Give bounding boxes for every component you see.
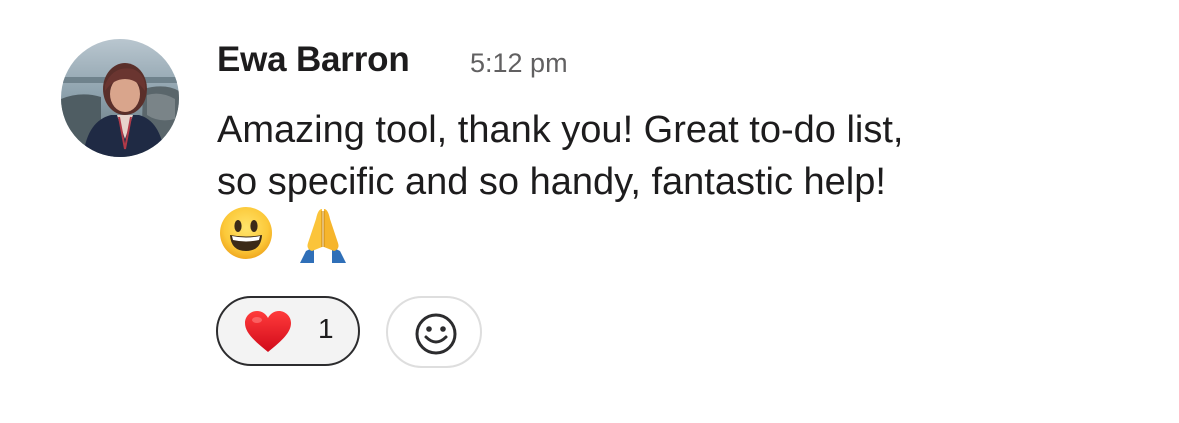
reaction-count: 1 [318,313,334,344]
folded-hands-icon [292,205,354,268]
red-heart-icon [243,310,293,359]
author-name[interactable]: Ewa Barron [217,40,410,80]
message-timestamp[interactable]: 5:12 pm [470,48,568,79]
grinning-face-icon [218,205,274,266]
avatar[interactable] [61,39,179,157]
message-line: Amazing tool, thank you! Great to-do lis… [217,109,904,151]
message-line: so specific and so handy, fantastic help… [217,161,886,203]
reaction-heart-button[interactable]: 1 [216,296,360,366]
add-reaction-button[interactable] [386,296,482,368]
add-reaction-smiley-icon [414,312,458,361]
message-body: Amazing tool, thank you! Great to-do lis… [217,104,1157,208]
